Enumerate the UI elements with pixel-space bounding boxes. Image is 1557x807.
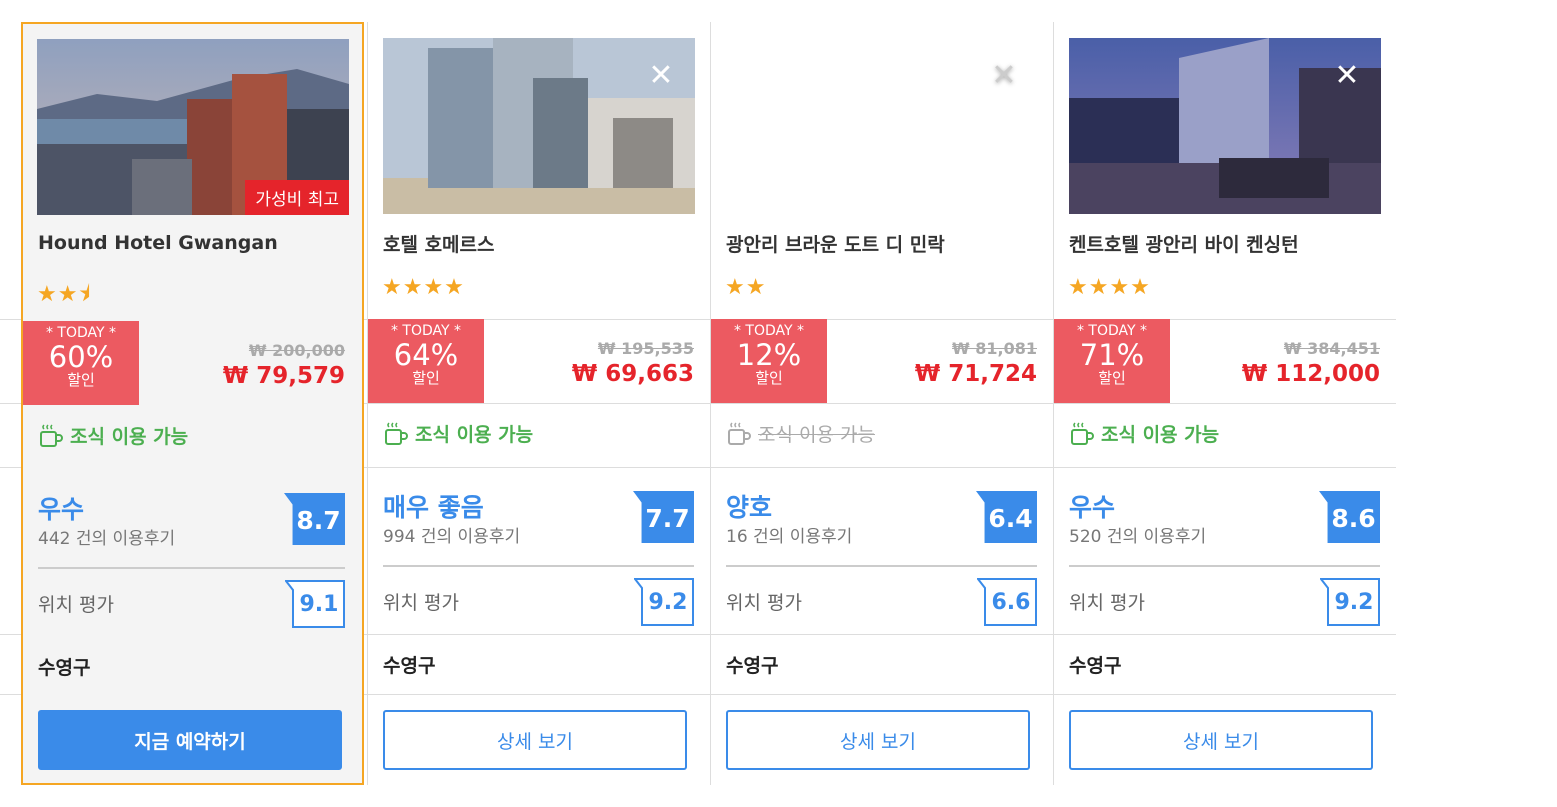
review-score: 7.7 [645, 504, 690, 533]
review-score: 8.7 [296, 506, 341, 535]
review-score-badge: 8.7 [284, 493, 345, 545]
sale-price: ₩ 69,663 [571, 361, 694, 387]
discount-percent: 64% [393, 338, 459, 372]
star-rating: ★★★★ [382, 275, 465, 300]
view-details-button[interactable]: 상세 보기 [1069, 710, 1373, 770]
hotel-photo[interactable]: ✕ [1069, 38, 1381, 214]
location-score-badge: 6.6 [977, 578, 1037, 626]
location-label: 위치 평가 [726, 592, 802, 614]
discount-percent: 60% [48, 340, 114, 374]
location-label: 위치 평가 [383, 592, 459, 614]
hotel-name[interactable]: Hound Hotel Gwangan [38, 232, 278, 254]
today-discount-badge: * TODAY * 64% 할인 [368, 319, 484, 403]
location-label: 위치 평가 [1069, 592, 1145, 614]
district: 수영구 [38, 657, 91, 679]
district: 수영구 [383, 655, 436, 677]
divider [38, 567, 345, 569]
view-details-button[interactable]: 상세 보기 [726, 710, 1030, 770]
hotel-card[interactable]: ✕ 켄트호텔 광안리 바이 켄싱턴 ★★★★ * TODAY * 71% 할인 … [1054, 22, 1397, 785]
location-score: 9.1 [299, 592, 339, 617]
review-score-badge: 8.6 [1319, 491, 1380, 543]
today-label: * TODAY * [733, 323, 805, 339]
review-count[interactable]: 16 건의 이용후기 [726, 522, 852, 547]
divider [383, 565, 694, 567]
star-rating: ★★ [725, 275, 767, 300]
original-price: ₩ 200,000 [248, 341, 345, 360]
breakfast-info: 조식 이용 가능 [1069, 420, 1219, 447]
close-icon[interactable]: ✕ [1333, 61, 1361, 91]
close-icon[interactable]: ✕ [990, 61, 1018, 91]
original-price: ₩ 384,451 [1283, 339, 1380, 358]
hotel-name[interactable]: 켄트호텔 광안리 바이 켄싱턴 [1069, 230, 1299, 257]
breakfast-info: 조식 이용 가능 [383, 420, 533, 447]
discount-suffix: 할인 [412, 369, 440, 387]
district: 수영구 [726, 655, 779, 677]
breakfast-label: 조식 이용 가능 [758, 424, 875, 446]
location-score-badge: 9.2 [634, 578, 694, 626]
value-badge: 가성비 최고 [245, 180, 349, 215]
sale-price: ₩ 79,579 [222, 363, 345, 389]
location-score: 9.2 [1334, 590, 1374, 615]
divider [1069, 565, 1380, 567]
review-grade: 양호 [726, 493, 773, 522]
breakfast-label: 조식 이용 가능 [415, 424, 534, 446]
divider [726, 565, 1037, 567]
breakfast-label: 조식 이용 가능 [1101, 424, 1220, 446]
hotel-photo[interactable]: 가성비 최고 [37, 39, 349, 215]
review-count[interactable]: 520 건의 이용후기 [1069, 522, 1206, 547]
breakfast-info-unavailable: 조식 이용 가능 [726, 420, 875, 447]
review-count[interactable]: 442 건의 이용후기 [38, 524, 175, 549]
hotel-name[interactable]: 호텔 호메르스 [383, 230, 495, 257]
review-score: 6.4 [988, 504, 1033, 533]
today-label: * TODAY * [390, 323, 462, 339]
discount-suffix: 할인 [755, 369, 783, 387]
hotel-card[interactable]: 가성비 최고 Hound Hotel Gwangan ★★⯨ * TODAY *… [21, 22, 364, 785]
close-icon[interactable]: ✕ [647, 61, 675, 91]
breakfast-label: 조식 이용 가능 [70, 426, 189, 448]
review-score-badge: 6.4 [976, 491, 1037, 543]
review-count[interactable]: 994 건의 이용후기 [383, 522, 520, 547]
hotel-name[interactable]: 광안리 브라운 도트 디 민락 [726, 230, 945, 257]
coffee-cup-icon [728, 421, 751, 445]
today-discount-badge: * TODAY * 60% 할인 [23, 321, 139, 405]
today-discount-badge: * TODAY * 71% 할인 [1054, 319, 1170, 403]
review-grade: 매우 좋음 [383, 493, 484, 522]
location-score: 6.6 [991, 590, 1031, 615]
view-details-button[interactable]: 상세 보기 [383, 710, 687, 770]
today-label: * TODAY * [45, 325, 117, 341]
review-score-badge: 7.7 [633, 491, 694, 543]
location-label: 위치 평가 [38, 594, 114, 616]
hotel-card[interactable]: ✕ 호텔 호메르스 ★★★★ * TODAY * 64% 할인 ₩ 195,53… [368, 22, 711, 785]
district: 수영구 [1069, 655, 1122, 677]
discount-percent: 71% [1079, 338, 1145, 372]
discount-percent: 12% [736, 338, 802, 372]
location-score-badge: 9.1 [285, 580, 345, 628]
star-rating: ★★⯨ [37, 282, 92, 307]
review-score: 8.6 [1331, 504, 1376, 533]
review-grade: 우수 [38, 495, 85, 524]
original-price: ₩ 195,535 [597, 339, 694, 358]
hotel-photo-placeholder[interactable]: ✕ [726, 38, 1038, 214]
today-label: * TODAY * [1076, 323, 1148, 339]
hotel-card[interactable]: ✕ 광안리 브라운 도트 디 민락 ★★ * TODAY * 12% 할인 ₩ … [711, 22, 1054, 785]
location-score: 9.2 [648, 590, 688, 615]
location-score-badge: 9.2 [1320, 578, 1380, 626]
star-rating: ★★★★ [1068, 275, 1151, 300]
discount-suffix: 할인 [1098, 369, 1126, 387]
coffee-cup-icon [1071, 421, 1094, 445]
hotel-photo[interactable]: ✕ [383, 38, 695, 214]
today-discount-badge: * TODAY * 12% 할인 [711, 319, 827, 403]
coffee-cup-icon [385, 421, 408, 445]
discount-suffix: 할인 [67, 371, 95, 389]
sale-price: ₩ 112,000 [1241, 361, 1380, 387]
sale-price: ₩ 71,724 [914, 361, 1037, 387]
breakfast-info: 조식 이용 가능 [38, 422, 188, 449]
review-grade: 우수 [1069, 493, 1116, 522]
original-price: ₩ 81,081 [952, 339, 1037, 358]
coffee-cup-icon [40, 423, 63, 447]
book-now-button[interactable]: 지금 예약하기 [38, 710, 342, 770]
